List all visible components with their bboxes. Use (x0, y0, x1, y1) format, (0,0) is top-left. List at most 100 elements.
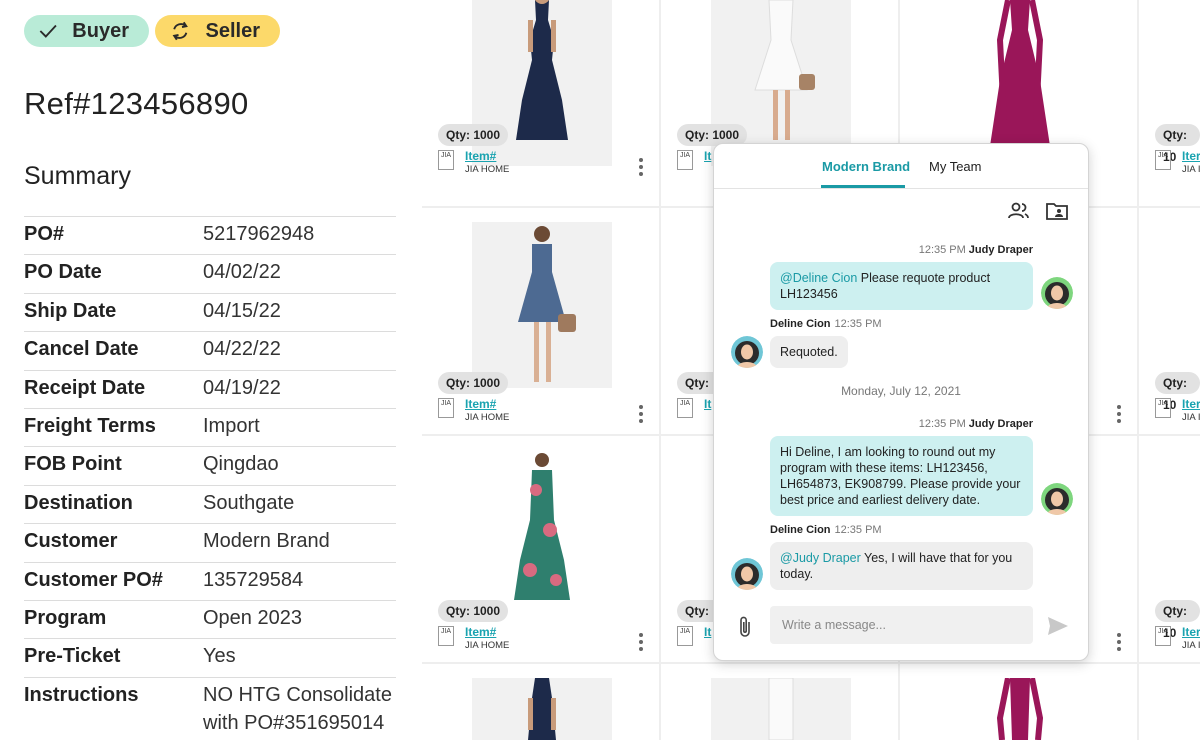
message-author: Judy Draper (968, 418, 1033, 430)
message-input[interactable] (770, 606, 1033, 644)
product-card[interactable] (661, 664, 898, 740)
summary-value: 04/15/22 (203, 299, 281, 322)
check-icon (39, 24, 57, 38)
item-info: JIA Item# JIA HOME (438, 626, 509, 652)
message-bubble: Hi Deline, I am looking to round out my … (770, 436, 1033, 516)
item-info: JIA Item# JIA HOME (438, 150, 509, 176)
summary-value: Modern Brand (203, 530, 330, 553)
item-info: JIA It (677, 398, 711, 418)
item-link[interactable]: Iter (1182, 626, 1200, 639)
summary-label: Ship Date (24, 299, 117, 322)
summary-label: Destination (24, 491, 133, 514)
product-card[interactable]: Qty: 1000 JIA Item# JIA HOME (422, 208, 659, 434)
brand-logo: JIA (1155, 398, 1171, 418)
message-meta: 12:35 PM Judy Draper (919, 244, 1033, 256)
quantity-badge: Qty: 1000 (438, 124, 509, 146)
tab-modern-brand[interactable]: Modern Brand (822, 159, 910, 174)
more-options-icon[interactable] (639, 633, 643, 654)
mention[interactable]: @Judy Draper (780, 551, 861, 565)
summary-label: Pre-Ticket (24, 645, 121, 668)
item-link[interactable]: It (704, 626, 711, 639)
summary-value: NO HTG Consolidate with PO#351695014 (203, 683, 392, 734)
message-author: Deline Cion (770, 318, 831, 330)
summary-label: Cancel Date (24, 338, 139, 361)
order-summary-panel: Buyer Seller Ref#123456890 Summary PO# 52… (0, 0, 420, 740)
product-card[interactable]: Qty: 10 JIA Iter JIA I (1139, 208, 1200, 434)
summary-row: FOB Point Qingdao (24, 446, 396, 484)
participants-icon[interactable] (1008, 202, 1030, 220)
product-card[interactable] (422, 664, 659, 740)
item-link[interactable]: Item# (465, 150, 509, 163)
product-card[interactable]: Qty: 1000 JIA Item# JIA HOME (422, 436, 659, 662)
item-info: JIA Iter JIA I (1155, 626, 1200, 652)
product-image[interactable] (950, 0, 1090, 166)
message-bubble: @Deline Cion Please requote product LH12… (770, 262, 1033, 310)
avatar (1041, 483, 1073, 515)
mention[interactable]: @Deline Cion (780, 271, 857, 285)
summary-row: Destination Southgate (24, 484, 396, 523)
summary-label: Program (24, 606, 107, 629)
brand-logo: JIA (438, 626, 454, 646)
tab-my-team[interactable]: My Team (929, 159, 982, 174)
shared-folder-icon[interactable] (1046, 202, 1068, 220)
product-card[interactable] (1139, 664, 1200, 740)
more-options-icon[interactable] (1117, 405, 1121, 426)
more-options-icon[interactable] (639, 405, 643, 426)
chat-panel: Modern Brand My Team 12:35 PM Judy Draper… (713, 143, 1089, 661)
buyer-role-button[interactable]: Buyer (24, 15, 149, 47)
brand-name: JIA HOME (465, 164, 510, 175)
summary-label: Customer (24, 530, 118, 553)
message-time: 12:35 PM (834, 318, 882, 330)
item-link[interactable]: It (704, 398, 711, 411)
product-card[interactable]: Qty: 10 JIA Iter JIA I (1139, 0, 1200, 206)
sync-icon (172, 21, 188, 41)
item-link[interactable]: Iter (1182, 398, 1200, 411)
product-image[interactable] (472, 450, 612, 616)
product-image[interactable] (472, 678, 612, 740)
item-link[interactable]: Iter (1182, 150, 1200, 163)
message-author: Judy Draper (968, 244, 1033, 256)
product-image[interactable] (472, 222, 612, 388)
brand-name: JIA I (1182, 164, 1200, 175)
product-card[interactable] (900, 664, 1137, 740)
more-options-icon[interactable] (639, 158, 643, 179)
item-link[interactable]: Item# (465, 626, 509, 639)
item-info: JIA Iter JIA I (1155, 150, 1200, 176)
summary-label: Receipt Date (24, 376, 146, 399)
seller-role-button[interactable]: Seller (155, 15, 280, 47)
item-info: JIA It (677, 150, 711, 170)
summary-heading: Summary (24, 162, 131, 190)
day-separator: Monday, July 12, 2021 (841, 384, 961, 398)
product-image[interactable] (950, 678, 1090, 740)
avatar (1041, 277, 1073, 309)
quantity-badge: Qty: 10 (1155, 600, 1200, 640)
avatar (731, 558, 763, 590)
brand-logo: JIA (677, 398, 693, 418)
brand-logo: JIA (1155, 626, 1171, 646)
summary-label: Freight Terms (24, 414, 156, 437)
buyer-role-label: Buyer (72, 19, 129, 42)
brand-name: JIA I (1182, 640, 1200, 651)
summary-label: Instructions (24, 683, 139, 706)
summary-row: Customer Modern Brand (24, 523, 396, 561)
product-image[interactable] (711, 678, 851, 740)
quantity-badge: Qty: 10 (1155, 124, 1200, 164)
more-options-icon[interactable] (1117, 633, 1121, 654)
item-link[interactable]: It (704, 150, 711, 163)
summary-row: PO Date 04/02/22 (24, 254, 396, 292)
summary-row: Program Open 2023 (24, 599, 396, 638)
message-meta: 12:35 PM Judy Draper (919, 418, 1033, 430)
attachment-icon[interactable] (738, 616, 752, 638)
send-icon[interactable] (1047, 616, 1069, 636)
brand-name: JIA HOME (465, 640, 510, 651)
summary-value: Open 2023 (203, 606, 302, 629)
item-link[interactable]: Item# (465, 398, 509, 411)
summary-row: Customer PO# 135729584 (24, 561, 396, 600)
active-tab-indicator (821, 185, 905, 188)
product-card[interactable]: Qty: 1000 JIA Item# JIA HOME (422, 0, 659, 206)
message-meta: Deline Cion 12:35 PM (770, 524, 882, 536)
summary-row: Ship Date 04/15/22 (24, 292, 396, 331)
summary-row: Receipt Date 04/19/22 (24, 369, 396, 408)
product-card[interactable]: Qty: 10 JIA Iter JIA I (1139, 436, 1200, 662)
item-info: JIA Item# JIA HOME (438, 398, 509, 424)
